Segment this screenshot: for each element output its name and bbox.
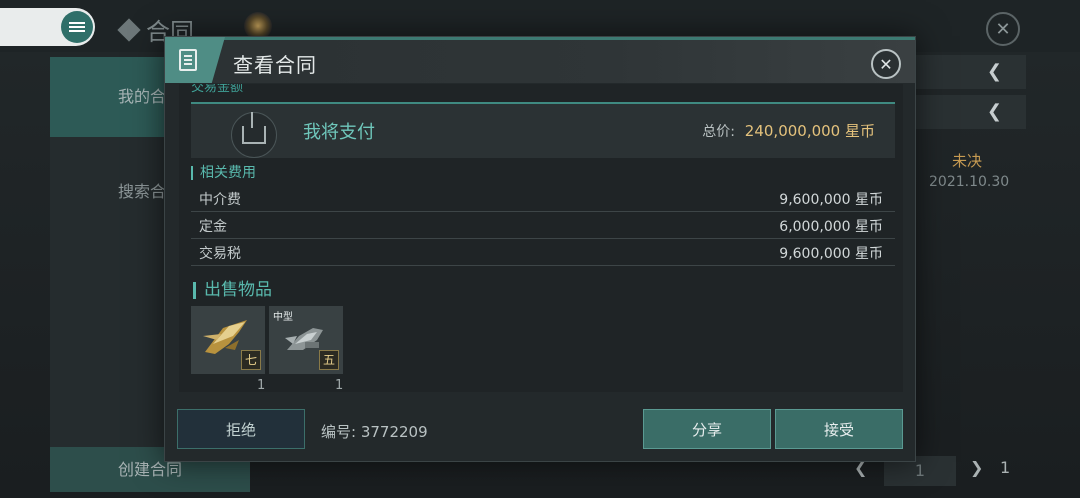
chevron-right-icon[interactable]: ❯ bbox=[970, 458, 983, 477]
menu-button[interactable] bbox=[0, 8, 95, 46]
payment-summary: 我将支付 总价: 240,000,000 星币 bbox=[191, 102, 895, 158]
cube-icon bbox=[117, 17, 141, 42]
list-row[interactable]: ❮ bbox=[916, 95, 1026, 129]
close-icon[interactable]: ✕ bbox=[871, 49, 901, 79]
fee-row: 定金 6,000,000 星币 bbox=[191, 212, 895, 239]
contract-modal: 查看合同 ✕ 交易金额 我将支付 总价: 240,000,000 星币 相关费用… bbox=[164, 36, 916, 462]
item-quantity: 1 bbox=[335, 378, 344, 392]
item-card[interactable]: 七 bbox=[191, 306, 265, 374]
menu-icon bbox=[61, 11, 93, 43]
fee-value: 9,600,000 星币 bbox=[779, 192, 883, 208]
payment-label: 我将支付 bbox=[303, 122, 375, 143]
item-card[interactable]: 中型 五 bbox=[269, 306, 343, 374]
contract-date: 2021.10.30 bbox=[929, 174, 1010, 190]
accept-button[interactable]: 接受 bbox=[775, 409, 903, 449]
total-price-value: 240,000,000 星币 bbox=[744, 122, 875, 140]
fee-value: 9,600,000 星币 bbox=[779, 246, 883, 262]
fee-name: 定金 bbox=[199, 219, 227, 235]
document-icon bbox=[179, 49, 197, 71]
section-label-fees: 相关费用 bbox=[191, 166, 256, 180]
item-quantity: 1 bbox=[257, 378, 266, 392]
reject-button[interactable]: 拒绝 bbox=[177, 409, 305, 449]
modal-content[interactable]: 交易金额 我将支付 总价: 240,000,000 星币 相关费用 中介费 9,… bbox=[179, 84, 903, 392]
contract-number: 编号: 3772209 bbox=[321, 423, 428, 441]
modal-title: 查看合同 bbox=[233, 53, 317, 77]
fee-row: 中介费 9,600,000 星币 bbox=[191, 185, 895, 212]
fee-row: 交易税 9,600,000 星币 bbox=[191, 239, 895, 266]
close-icon[interactable]: ✕ bbox=[986, 12, 1020, 46]
list-row[interactable]: ❮ bbox=[916, 55, 1026, 89]
payment-upload-icon bbox=[231, 112, 277, 158]
total-price-label: 总价: bbox=[702, 124, 735, 140]
header-icon-badge bbox=[165, 37, 225, 83]
fee-value: 6,000,000 星币 bbox=[779, 219, 883, 235]
share-button[interactable]: 分享 bbox=[643, 409, 771, 449]
chevron-left-icon: ❮ bbox=[986, 61, 1002, 82]
item-tech-tag: 七 bbox=[241, 350, 261, 370]
fee-name: 交易税 bbox=[199, 246, 241, 262]
modal-header: 查看合同 ✕ bbox=[165, 37, 915, 83]
page-total: 1 bbox=[1000, 458, 1011, 477]
section-label-amount: 交易金额 bbox=[191, 84, 244, 95]
status-badge: 未决 bbox=[952, 152, 983, 170]
fee-name: 中介费 bbox=[199, 192, 241, 208]
section-label-items: 出售物品 bbox=[193, 282, 272, 299]
item-tech-tag: 五 bbox=[319, 350, 339, 370]
chevron-left-icon: ❮ bbox=[986, 101, 1002, 122]
